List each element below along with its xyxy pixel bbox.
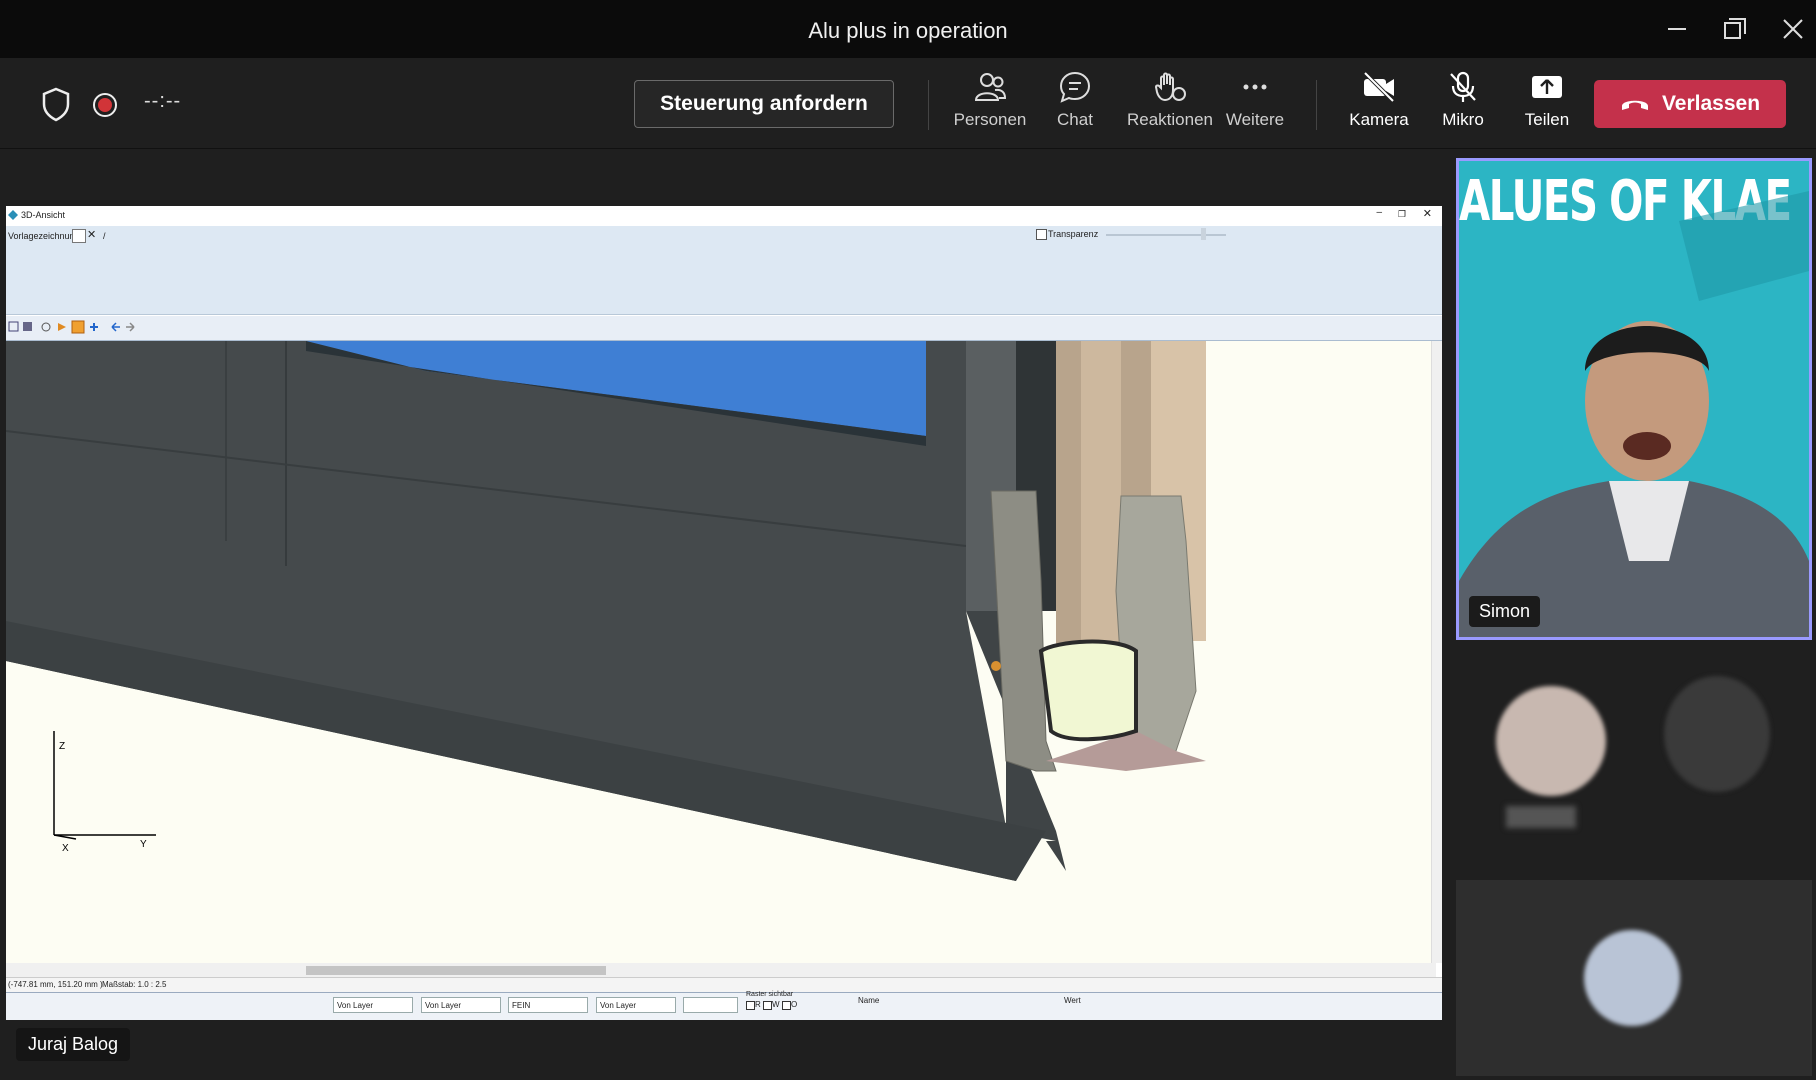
meeting-toolbar: --:-- Steuerung anfordern Personen Chat …: [0, 58, 1816, 149]
layer-combo-1[interactable]: Von Layer: [333, 997, 413, 1013]
raster-o-label: O: [791, 1000, 798, 1009]
camera-label: Kamera: [1349, 110, 1409, 129]
cad-ribbon: Vorlagezeichnung: ✕ / Transparenz: [6, 226, 1442, 315]
chat-icon: [1059, 71, 1091, 103]
raster-r-checkbox[interactable]: [746, 1001, 755, 1010]
raster-o-checkbox[interactable]: [782, 1001, 791, 1010]
raster-r-label: R: [755, 1000, 761, 1009]
cad-statusbar: (-747.81 mm, 151.20 mm ) Maßstab: 1.0 : …: [6, 977, 1442, 992]
transparency-slider[interactable]: [1106, 234, 1226, 236]
restore-icon: [1724, 18, 1746, 39]
camera-button[interactable]: Kamera: [1334, 70, 1424, 140]
template-label: Vorlagezeichnung:: [8, 231, 83, 241]
window-profile-3d-model: [6, 341, 1206, 881]
hand-emoji-icon: [1154, 72, 1186, 102]
extra-combo[interactable]: [683, 997, 738, 1013]
cad-toolbar: [6, 316, 1442, 341]
people-icon: [974, 73, 1007, 101]
linetype-combo[interactable]: FEIN: [508, 997, 588, 1013]
reactions-label: Reaktionen: [1126, 110, 1213, 129]
participant-tile[interactable]: [1456, 880, 1812, 1076]
raster-w-checkbox[interactable]: [763, 1001, 772, 1010]
share-label: Teilen: [1524, 110, 1570, 129]
people-button[interactable]: Personen: [945, 70, 1035, 140]
template-value: /: [103, 231, 106, 241]
raster-w-label: W: [772, 1000, 780, 1009]
cad-titlebar: 3D-Ansicht – ❐ ✕: [6, 206, 1442, 226]
cad-minimize-icon[interactable]: –: [1376, 207, 1382, 218]
share-button[interactable]: Teilen: [1502, 70, 1592, 140]
participant-avatar: [1584, 930, 1680, 1026]
presenter-name-tag: Juraj Balog: [16, 1028, 131, 1061]
mic-button[interactable]: Mikro: [1418, 70, 1508, 140]
restore-button[interactable]: [1720, 14, 1750, 44]
chat-button[interactable]: Chat: [1030, 70, 1120, 140]
axis-z-label: Z: [59, 741, 66, 752]
request-control-button[interactable]: Steuerung anfordern: [634, 80, 894, 128]
horizontal-scrollbar-thumb[interactable]: [306, 966, 606, 975]
cursor-coordinates: (-747.81 mm, 151.20 mm ): [8, 980, 103, 989]
divider: [1316, 80, 1317, 130]
more-icon: [1243, 84, 1267, 90]
axis-y-label: Y: [140, 839, 147, 850]
more-button[interactable]: Weitere: [1210, 70, 1300, 140]
transparency-checkbox[interactable]: [1036, 229, 1047, 240]
participant-avatar[interactable]: [1664, 676, 1770, 792]
participant-avatar[interactable]: [1496, 686, 1606, 796]
layer-combo-3[interactable]: Von Layer: [596, 997, 676, 1013]
participant-video-tile[interactable]: ALUES OF KLAE Simon: [1456, 158, 1812, 640]
property-name-header: Name: [858, 996, 880, 1005]
divider: [928, 80, 929, 130]
reactions-button[interactable]: Reaktionen: [1120, 70, 1220, 140]
transparency-label: Transparenz: [1048, 229, 1099, 239]
participant-video: [1459, 191, 1809, 637]
cad-close-icon[interactable]: ✕: [1423, 207, 1432, 220]
close-button[interactable]: [1778, 14, 1808, 44]
horizontal-scrollbar[interactable]: [6, 963, 1436, 977]
share-screen-icon: [1532, 76, 1562, 98]
cad-restore-icon[interactable]: ❐: [1398, 209, 1406, 220]
vertical-scrollbar[interactable]: [1431, 341, 1442, 963]
view-tools-icons: [8, 320, 135, 334]
cad-window-title: 3D-Ansicht: [21, 210, 66, 220]
leave-button[interactable]: Verlassen: [1594, 80, 1786, 128]
more-label: Weitere: [1225, 110, 1285, 129]
close-icon: [1783, 19, 1803, 39]
hang-up-icon: [1621, 100, 1648, 110]
camera-off-icon: [1363, 71, 1395, 103]
shared-screen[interactable]: 3D-Ansicht – ❐ ✕ Vorlagezeichnung: ✕ / T…: [6, 206, 1442, 1020]
people-label: Personen: [953, 110, 1027, 129]
title-bar: Alu plus in operation: [0, 0, 1816, 58]
chat-label: Chat: [1057, 110, 1093, 129]
recording-icon: [92, 92, 118, 123]
shield-icon[interactable]: [40, 86, 72, 127]
leave-label: Verlassen: [1661, 92, 1761, 115]
participant-name-tag: Simon: [1469, 596, 1541, 627]
app-icon: [8, 210, 18, 220]
3d-viewport[interactable]: Z X Y: [6, 341, 1436, 963]
template-pick-icon[interactable]: [72, 229, 86, 243]
mic-off-icon: [1450, 71, 1476, 102]
property-bar: Von Layer Von Layer FEIN Von Layer Raste…: [6, 991, 1442, 1020]
participant-avatar-name-blurred: [1506, 806, 1576, 828]
minimize-icon: [1668, 28, 1686, 30]
scale-readout: Maßstab: 1.0 : 2.5: [102, 980, 167, 989]
minimize-button[interactable]: [1662, 14, 1692, 44]
meeting-timer: --:--: [144, 90, 182, 112]
template-clear-icon[interactable]: ✕: [87, 228, 96, 241]
raster-label: Raster sichtbar: [746, 991, 794, 998]
axis-x-label: X: [62, 843, 69, 854]
mic-label: Mikro: [1442, 110, 1484, 129]
window-title: Alu plus in operation: [808, 18, 1008, 43]
layer-combo-2[interactable]: Von Layer: [421, 997, 501, 1013]
property-value-header: Wert: [1064, 996, 1081, 1005]
transparency-slider-thumb[interactable]: [1201, 228, 1206, 240]
